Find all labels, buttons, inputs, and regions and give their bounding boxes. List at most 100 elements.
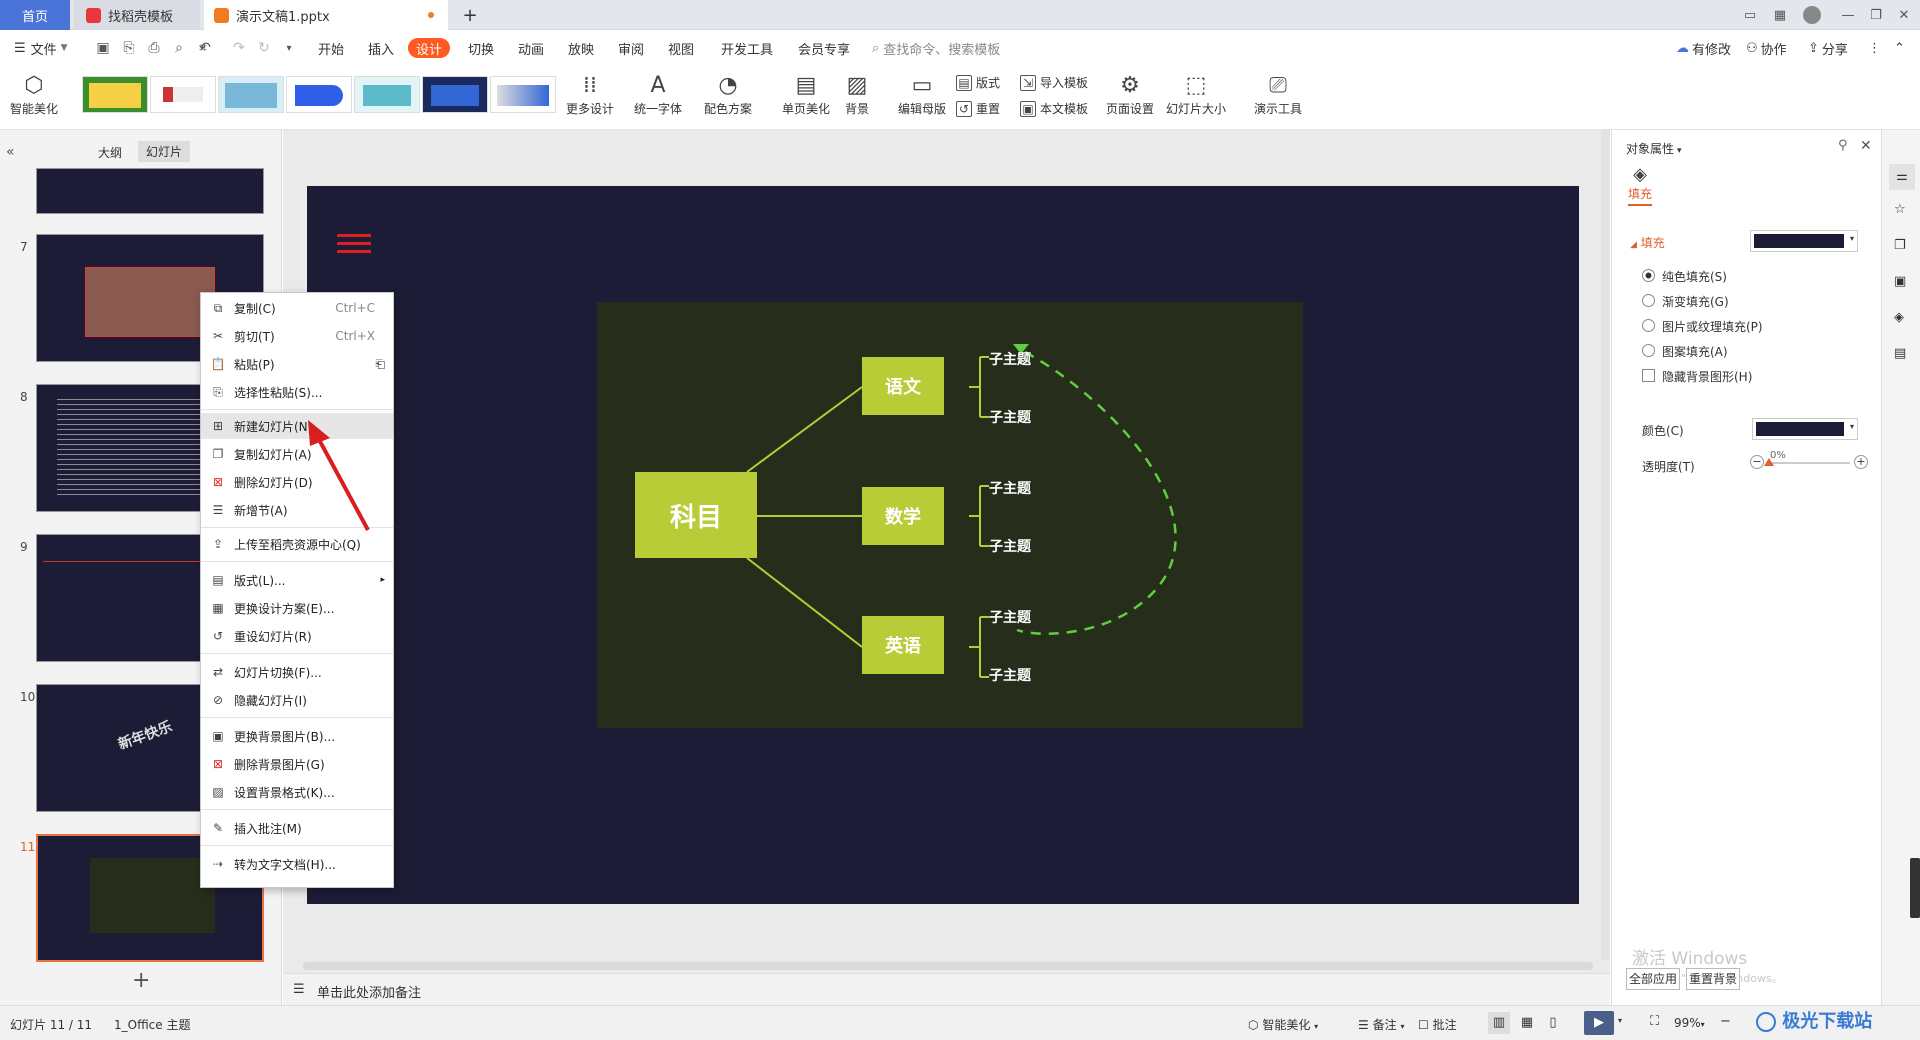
pattern-fill-radio[interactable] [1642, 344, 1655, 357]
tab-transition[interactable]: 切换 [468, 30, 494, 66]
tab-insert[interactable]: 插入 [368, 30, 394, 66]
more-design-button[interactable]: ⁞⁞ 更多设计 [566, 70, 614, 117]
branch-node-english[interactable]: 英语 [862, 616, 944, 674]
this-template-button[interactable]: ▣ 本文模板 [1020, 100, 1088, 117]
notes-toggle[interactable]: ☰ 备注 ▾ [1358, 1016, 1404, 1033]
root-node[interactable]: 科目 [635, 472, 757, 558]
color-dropdown[interactable]: ▾ [1752, 418, 1858, 440]
template-thumb-5[interactable] [354, 76, 420, 113]
transparency-minus-button[interactable]: − [1750, 455, 1764, 469]
menu-item-insert-comment[interactable]: ✎ 插入批注(M) [201, 815, 393, 841]
menu-item-layout[interactable]: ▤ 版式(L)... ▸ [201, 567, 393, 593]
fill-color-dropdown[interactable]: ▾ [1750, 230, 1858, 252]
hide-bg-checkbox[interactable] [1642, 369, 1655, 382]
tab-document[interactable]: 演示文稿1.pptx [204, 0, 448, 30]
menu-item-change-design[interactable]: ▦ 更换设计方案(E)... [201, 595, 393, 621]
tab-animation[interactable]: 动画 [518, 30, 544, 66]
solid-fill-radio[interactable] [1642, 269, 1655, 282]
current-slide[interactable]: 科目 语文 数学 英语 子主题 子主题 子主题 子主题 子主题 子主题 [307, 186, 1579, 904]
slides-tab[interactable]: 幻灯片 [138, 141, 191, 162]
save-icon[interactable]: ▣ [94, 39, 112, 57]
template-thumb-1[interactable] [82, 76, 148, 113]
fit-window-icon[interactable]: ⛶ [1650, 1014, 1659, 1029]
template-thumb-6[interactable] [422, 76, 488, 113]
collapse-ribbon-icon[interactable]: ⌃ [1894, 30, 1905, 66]
horizontal-scrollbar[interactable] [303, 962, 1593, 970]
template-thumb-4[interactable] [286, 76, 352, 113]
restore-button[interactable]: ❐ [1864, 0, 1888, 30]
paste-options-icon[interactable]: ⎗ [375, 357, 385, 372]
menu-item-copy[interactable]: ⧉ 复制(C) Ctrl+C [201, 295, 393, 321]
star-icon[interactable]: ☆ [1894, 202, 1906, 217]
edit-master-button[interactable]: ▭ 编辑母版 [898, 70, 946, 117]
sorter-view-button[interactable]: ▦ [1516, 1012, 1538, 1034]
close-window-button[interactable]: ✕ [1892, 0, 1916, 30]
more-options-icon[interactable]: ⋮ [1868, 30, 1881, 66]
outline-tab[interactable]: 大纲 [98, 144, 122, 161]
presentation-tools-button[interactable]: ⎚ 演示工具 [1254, 70, 1302, 117]
grid-apps-icon[interactable]: ▦ [1768, 0, 1792, 30]
user-avatar[interactable] [1800, 0, 1824, 30]
picture-fill-radio[interactable] [1642, 319, 1655, 332]
play-slideshow-button[interactable]: ▶ [1584, 1011, 1614, 1035]
branch-node-chinese[interactable]: 语文 [862, 357, 944, 415]
close-panel-button[interactable]: ✕ [1860, 138, 1872, 154]
fill-section-header[interactable]: ◢ 填充 [1630, 234, 1665, 251]
gradient-fill-radio[interactable] [1642, 294, 1655, 307]
leaf-node[interactable]: 子主题 [989, 478, 1031, 498]
window-layout-icon[interactable]: ▭ [1738, 0, 1762, 30]
leaf-node[interactable]: 子主题 [989, 349, 1031, 369]
share-button[interactable]: ⇪ 分享 [1808, 30, 1848, 66]
print-preview-icon[interactable]: ⌕ [170, 39, 188, 57]
picture-icon[interactable]: ▣ [1894, 274, 1906, 289]
normal-view-button[interactable]: ▥ [1488, 1012, 1510, 1034]
menu-item-reset-slide[interactable]: ↺ 重设幻灯片(R) [201, 623, 393, 649]
menu-item-paste-special[interactable]: ⎘ 选择性粘贴(S)... [201, 379, 393, 405]
properties-icon[interactable]: ⚌ [1889, 164, 1915, 190]
file-menu[interactable]: ☰ 文件 ▼ [14, 30, 68, 66]
redo-button[interactable]: ↷ [230, 39, 248, 57]
pin-icon[interactable]: ⚲ [1838, 138, 1848, 153]
vertical-scrollbar[interactable] [1601, 130, 1610, 960]
has-changes-button[interactable]: ☁ 有修改 [1676, 30, 1731, 66]
menu-item-cut[interactable]: ✂ 剪切(T) Ctrl+X [201, 323, 393, 349]
slide-size-button[interactable]: ⬚ 幻灯片大小 [1166, 70, 1226, 117]
template-thumb-3[interactable] [218, 76, 284, 113]
slides-icon[interactable]: ❐ [1894, 238, 1906, 253]
zoom-out-button[interactable]: − [1720, 1014, 1731, 1029]
menu-item-hide-slide[interactable]: ⊘ 隐藏幻灯片(I) [201, 687, 393, 713]
template-thumb-7[interactable] [490, 76, 556, 113]
leaf-node[interactable]: 子主题 [989, 536, 1031, 556]
tab-member[interactable]: 会员专享 [798, 30, 850, 66]
menu-item-transition[interactable]: ⇄ 幻灯片切换(F)... [201, 659, 393, 685]
transparency-plus-button[interactable]: + [1854, 455, 1868, 469]
repeat-icon[interactable]: ↻ [255, 39, 273, 57]
tab-developer[interactable]: 开发工具 [721, 30, 773, 66]
tab-start[interactable]: 开始 [318, 30, 344, 66]
new-tab-button[interactable]: + [458, 0, 482, 30]
tab-template[interactable]: 找稻壳模板 [74, 0, 200, 30]
collapse-panel-icon[interactable]: « [6, 144, 15, 160]
export-icon[interactable]: ⎘ [120, 39, 138, 57]
undo-button[interactable]: ↶ [196, 39, 214, 57]
tab-home[interactable]: 首页 [0, 0, 70, 30]
menu-item-delete-bg-image[interactable]: ⊠ 删除背景图片(G) [201, 751, 393, 777]
add-slide-button[interactable]: + [132, 968, 150, 993]
leaf-node[interactable]: 子主题 [989, 665, 1031, 685]
tab-slideshow[interactable]: 放映 [568, 30, 594, 66]
reading-view-button[interactable]: ▯ [1542, 1012, 1564, 1034]
transparency-slider-thumb[interactable] [1764, 458, 1774, 466]
tab-review[interactable]: 审阅 [618, 30, 644, 66]
leaf-node[interactable]: 子主题 [989, 407, 1031, 427]
collaborate-button[interactable]: ⚇ 协作 [1746, 30, 1787, 66]
fill-tab[interactable]: ◈ 填充 [1628, 164, 1653, 206]
status-smart-beautify[interactable]: ⬡ 智能美化 ▾ [1248, 1016, 1318, 1033]
book-icon[interactable]: ▤ [1894, 346, 1906, 361]
tab-design[interactable]: 设计 [408, 38, 451, 58]
page-setup-button[interactable]: ⚙ 页面设置 [1106, 70, 1154, 117]
quick-access-more-icon[interactable]: ▾ [280, 39, 298, 57]
template-thumb-2[interactable] [150, 76, 216, 113]
notes-bar[interactable]: ☰ 单击此处添加备注 [283, 973, 1610, 1005]
tab-view[interactable]: 视图 [668, 30, 694, 66]
import-template-button[interactable]: ⇲ 导入模板 [1020, 74, 1088, 91]
